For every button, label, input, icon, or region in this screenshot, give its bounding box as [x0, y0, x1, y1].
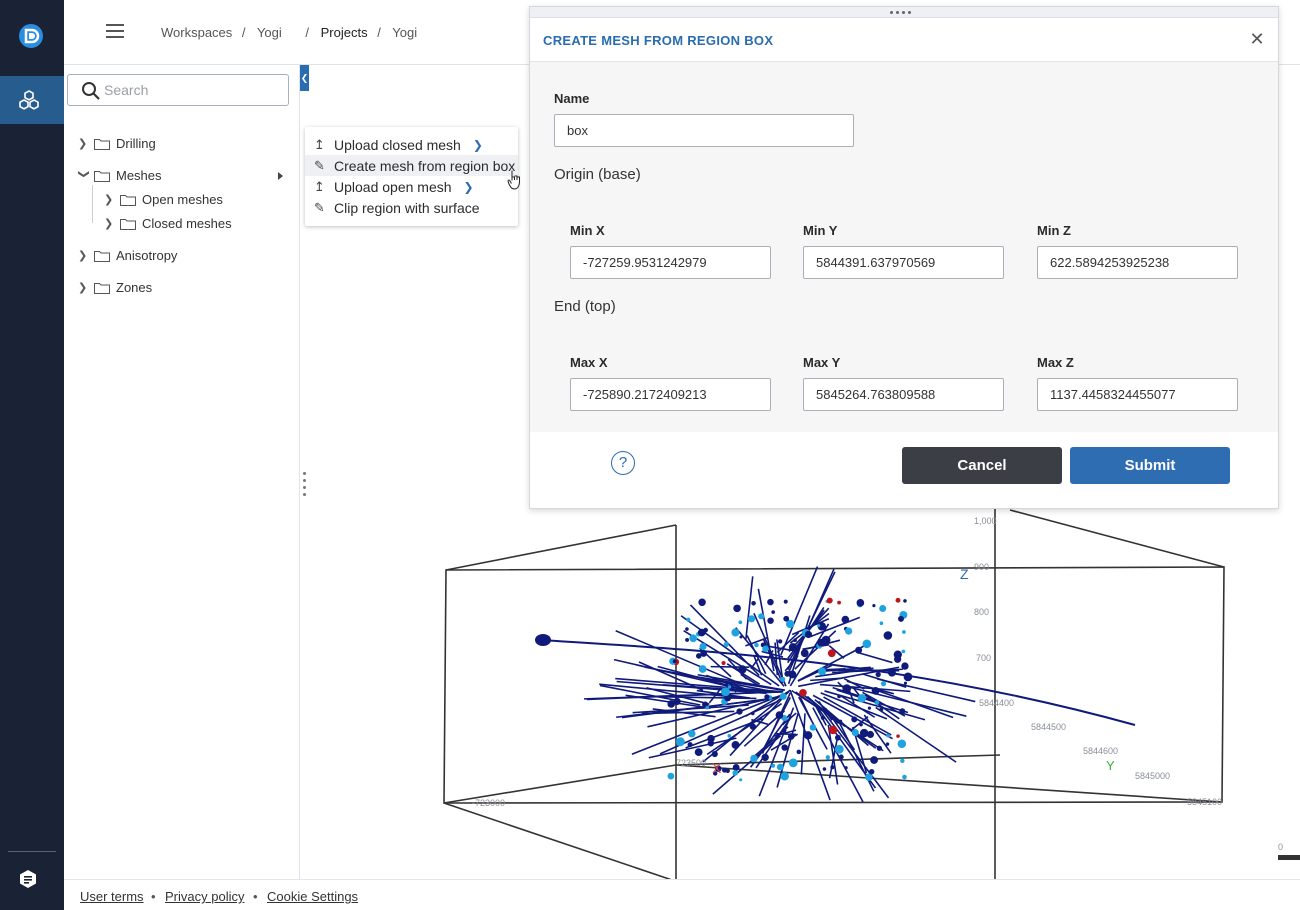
- breadcrumb-workspaces[interactable]: Workspaces: [161, 25, 232, 40]
- upload-icon: ↥: [314, 178, 325, 194]
- search-box: [67, 74, 289, 106]
- tree-item-anisotropy[interactable]: ❯ Anisotropy: [78, 248, 177, 263]
- menu-item-upload-closed-mesh[interactable]: ↥ Upload closed mesh ❯: [305, 134, 518, 155]
- min-x-field[interactable]: -727259.9531242979: [570, 246, 771, 279]
- privacy-policy-link[interactable]: Privacy policy: [165, 889, 244, 904]
- folder-icon: [94, 282, 110, 294]
- close-icon[interactable]: ✕: [1249, 30, 1265, 48]
- chevron-down-icon[interactable]: ❯: [78, 170, 91, 182]
- y-tick-label: 5845100: [1187, 797, 1223, 807]
- dialog-drag-handle[interactable]: [530, 7, 1278, 18]
- min-z-field[interactable]: 622.5894253925238: [1037, 246, 1238, 279]
- chevron-right-icon[interactable]: ❯: [104, 193, 116, 206]
- pencil-icon: ✎: [314, 157, 325, 173]
- chevron-right-icon: ❯: [472, 137, 483, 152]
- footer: User terms • Privacy policy • Cookie Set…: [64, 879, 1300, 910]
- chevron-right-icon[interactable]: ❯: [78, 137, 90, 150]
- max-x-field[interactable]: -725890.2172409213: [570, 378, 771, 411]
- max-y-field[interactable]: 5845264.763809588: [803, 378, 1004, 411]
- y-tick-label: 5844400: [979, 698, 1015, 708]
- breadcrumb-projects[interactable]: Projects: [321, 25, 368, 40]
- folder-icon: [120, 218, 136, 230]
- x-tick-label: -723000: [472, 798, 506, 808]
- y-tick-label: 5845000: [1135, 771, 1171, 781]
- object-tree-panel: ❯ Drilling ❯ Meshes ❯ Open meshes ❯ Clos…: [64, 65, 300, 879]
- menu-item-clip-region-with-surface[interactable]: ✎ Clip region with surface: [305, 197, 518, 218]
- collapse-panel-button[interactable]: ❮: [300, 65, 309, 91]
- user-terms-link[interactable]: User terms: [80, 889, 144, 904]
- y-tick-label: 5844600: [1083, 746, 1119, 756]
- name-label: Name: [554, 91, 590, 106]
- folder-icon: [94, 250, 110, 262]
- scale-label: 0: [1278, 842, 1284, 852]
- z-tick-label: 900: [974, 562, 990, 572]
- z-tick-label: 800: [974, 607, 990, 617]
- z-axis-label: Z: [960, 566, 969, 582]
- tree-guide-line: [92, 185, 93, 223]
- x-axis-label: X: [712, 760, 722, 776]
- upload-icon: ↥: [314, 136, 325, 152]
- tree-item-zones[interactable]: ❯ Zones: [78, 280, 152, 295]
- max-z-label: Max Z: [1037, 355, 1074, 370]
- breadcrumb-workspace-yogi[interactable]: Yogi: [257, 25, 282, 40]
- app-logo[interactable]: [17, 22, 45, 50]
- z-tick-label: 700: [976, 653, 992, 663]
- rail-divider: [8, 851, 56, 852]
- search-input[interactable]: [104, 80, 279, 100]
- chevron-right-icon[interactable]: ❯: [78, 281, 90, 294]
- folder-icon: [94, 170, 110, 182]
- breadcrumb-project-yogi[interactable]: Yogi: [392, 25, 417, 40]
- origin-section-title: Origin (base): [554, 166, 641, 183]
- y-axis-label: Y: [1106, 758, 1115, 773]
- menu-item-create-mesh-from-region-box[interactable]: ✎ Create mesh from region box: [305, 155, 518, 176]
- hand-cursor-icon: [507, 170, 520, 190]
- tree-item-open-meshes[interactable]: ❯ Open meshes: [104, 192, 223, 207]
- create-mesh-dialog: CREATE MESH FROM REGION BOX ✕ Name box O…: [529, 6, 1279, 509]
- y-tick-label: 5844500: [1031, 722, 1067, 732]
- app-rail: [0, 0, 64, 910]
- min-y-field[interactable]: 5844391.637970569: [803, 246, 1004, 279]
- folder-icon: [120, 194, 136, 206]
- max-y-label: Max Y: [803, 355, 841, 370]
- tree-item-meshes[interactable]: ❯ Meshes: [78, 168, 162, 183]
- tree-item-drilling[interactable]: ❯ Drilling: [78, 136, 156, 151]
- max-z-field[interactable]: 1137.4458324455077: [1037, 378, 1238, 411]
- panel-resize-handle[interactable]: [302, 472, 307, 504]
- pencil-icon: ✎: [314, 199, 325, 215]
- min-y-label: Min Y: [803, 223, 838, 238]
- submit-button[interactable]: Submit: [1070, 447, 1230, 484]
- help-icon[interactable]: ?: [611, 451, 635, 475]
- menu-item-upload-open-mesh[interactable]: ↥ Upload open mesh ❯: [305, 176, 518, 197]
- folder-icon: [94, 138, 110, 150]
- max-x-label: Max X: [570, 355, 608, 370]
- chevron-right-icon[interactable]: ❯: [78, 249, 90, 262]
- min-z-label: Min Z: [1037, 223, 1071, 238]
- breadcrumb: Workspaces / Yogi / Projects / Yogi: [161, 25, 418, 40]
- context-menu: ↥ Upload closed mesh ❯ ✎ Create mesh fro…: [305, 127, 518, 226]
- submenu-arrow-icon[interactable]: [278, 172, 283, 180]
- dialog-body: Name box Origin (base) Min X -727259.953…: [530, 61, 1278, 432]
- cookie-settings-link[interactable]: Cookie Settings: [267, 889, 358, 904]
- nav-item-objects[interactable]: [0, 76, 64, 124]
- tree-item-closed-meshes[interactable]: ❯ Closed meshes: [104, 216, 232, 231]
- chevron-right-icon[interactable]: ❯: [104, 217, 116, 230]
- min-x-label: Min X: [570, 223, 605, 238]
- cancel-button[interactable]: Cancel: [902, 447, 1062, 484]
- end-section-title: End (top): [554, 298, 616, 315]
- support-icon[interactable]: [17, 868, 39, 890]
- chevron-right-icon: ❯: [463, 179, 474, 194]
- z-tick-label: 1,000: [974, 516, 997, 526]
- name-field[interactable]: box: [554, 114, 854, 147]
- scale-bar: [1278, 855, 1300, 860]
- x-tick-label: 723500: [676, 758, 707, 768]
- dialog-title: CREATE MESH FROM REGION BOX: [543, 33, 774, 48]
- cubes-icon: [19, 90, 39, 110]
- menu-icon[interactable]: [106, 24, 124, 40]
- search-icon: [82, 82, 100, 100]
